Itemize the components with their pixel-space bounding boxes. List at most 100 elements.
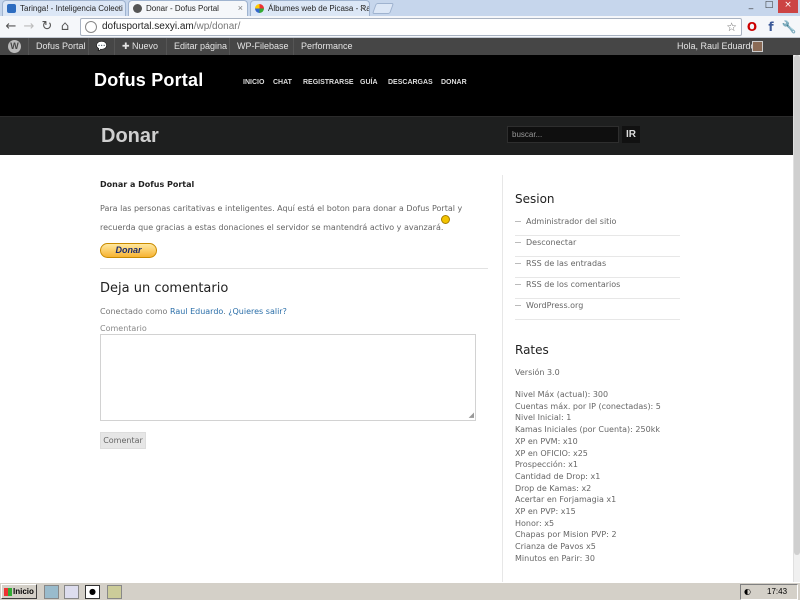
nav-item-registrarse[interactable]: REGISTRARSE	[303, 79, 354, 86]
new-tab-button[interactable]	[371, 3, 395, 14]
reload-icon[interactable]: ↻	[39, 19, 55, 35]
sidebar-link-logout[interactable]: Desconectar	[515, 236, 680, 257]
rate-item: XP en OFICIO: x25	[515, 448, 588, 458]
adminbar-performance-link[interactable]: Performance	[293, 38, 360, 55]
close-window-icon[interactable]: ×	[778, 0, 798, 13]
rate-item: XP en PVM: x10	[515, 436, 578, 446]
post-text-line-1: Para las personas caritativas e intelige…	[100, 204, 463, 213]
browser-tab-picasa[interactable]: Álbumes web de Picasa - Raul ×	[250, 0, 370, 16]
search-input[interactable]: buscar...	[507, 126, 619, 143]
nav-item-donar[interactable]: DONAR	[441, 79, 467, 86]
adminbar-filebase-link[interactable]: WP-Filebase	[229, 38, 296, 55]
rate-item: Cuentas máx. por IP (conectadas): 5	[515, 401, 661, 411]
avatar[interactable]	[752, 41, 763, 52]
tab-label: Álbumes web de Picasa - Raul	[268, 4, 370, 13]
chrome-taskbar-icon[interactable]: ●	[85, 585, 100, 599]
search-button[interactable]: IR	[622, 126, 640, 143]
system-tray: ◐ 17:43	[740, 584, 798, 600]
rate-item: Honor: x5	[515, 518, 555, 528]
rate-item: Prospección: x1	[515, 460, 578, 470]
url-text: dofusportal.sexyi.am/wp/donar/	[102, 21, 240, 32]
rates-widget-title: Rates	[515, 343, 549, 357]
maximize-icon[interactable]: □	[760, 0, 778, 13]
browser-tab-strip: Taringa! - Inteligencia Colecti × Donar …	[0, 0, 800, 16]
adminbar-edit-page-link[interactable]: Editar página	[166, 38, 234, 55]
picasa-favicon-icon	[255, 4, 264, 13]
facebook-extension-icon[interactable]: f	[763, 19, 779, 35]
rate-item: Nivel Inicial: 1	[515, 413, 572, 423]
site-title[interactable]: Dofus Portal	[94, 70, 203, 91]
paypal-donate-button[interactable]: Donar	[100, 243, 157, 258]
volume-icon[interactable]: ◐	[744, 587, 751, 596]
scrollbar-thumb[interactable]	[794, 55, 800, 555]
address-bar[interactable]: dofusportal.sexyi.am/wp/donar/ ☆	[80, 18, 742, 36]
folder-taskbar-icon[interactable]	[107, 585, 122, 599]
adminbar-account-greeting[interactable]: Hola, Raul Eduardo	[670, 38, 763, 55]
browser-tab-taringa[interactable]: Taringa! - Inteligencia Colecti ×	[2, 0, 126, 16]
rate-item: XP en PVP: x15	[515, 507, 576, 516]
rate-item: Minutos en Parir: 30	[515, 553, 595, 563]
site-favicon-icon	[133, 4, 142, 13]
quicklaunch-icon[interactable]	[64, 585, 79, 599]
site-header: Dofus Portal INICIO CHAT REGISTRARSE GUÍ…	[0, 55, 800, 116]
opera-extension-icon[interactable]: O	[744, 19, 760, 35]
back-arrow-icon[interactable]: ←	[3, 19, 19, 35]
comments-bubble-icon[interactable]: 💬	[88, 38, 112, 55]
clock: 17:43	[767, 587, 788, 596]
bookmark-star-icon[interactable]: ☆	[726, 20, 737, 34]
browser-toolbar: ← → ↻ ⌂ dofusportal.sexyi.am/wp/donar/ ☆…	[0, 16, 800, 38]
divider	[100, 268, 488, 269]
post-text-line-2: recuerda que gracias a estas donaciones …	[100, 223, 444, 232]
sidebar-link-rss-entries[interactable]: RSS de las entradas	[515, 257, 680, 278]
sidebar-link-wordpress[interactable]: WordPress.org	[515, 299, 680, 320]
adminbar-new-label: Nuevo	[132, 41, 159, 51]
comment-form-heading: Deja un comentario	[100, 281, 229, 296]
taringa-favicon-icon	[7, 4, 16, 13]
wrench-menu-icon[interactable]: 🔧	[781, 19, 797, 35]
smiley-emoticon-icon	[441, 215, 450, 224]
globe-icon	[85, 21, 97, 33]
logout-link[interactable]: ¿Quieres salir?	[228, 307, 287, 316]
tab-label: Donar - Dofus Portal	[146, 4, 219, 13]
nav-item-descargas[interactable]: DESCARGAS	[388, 79, 433, 86]
rate-item: Crianza de Pavos x5	[515, 542, 596, 552]
page-title-bar: Donar buscar... IR	[0, 116, 800, 155]
logged-in-prefix: Conectado como	[100, 307, 170, 316]
minimize-icon[interactable]: _	[742, 0, 760, 13]
sidebar-link-admin[interactable]: Administrador del sitio	[515, 215, 680, 236]
close-tab-icon[interactable]: ×	[238, 3, 243, 13]
adminbar-site-link[interactable]: Dofus Portal	[28, 38, 93, 55]
logged-in-as-text: Conectado como Raul Eduardo. ¿Quieres sa…	[100, 307, 287, 316]
adminbar-new-link[interactable]: ✚ Nuevo	[114, 38, 165, 55]
nav-item-inicio[interactable]: INICIO	[243, 79, 264, 86]
rates-version: Versión 3.0	[515, 368, 560, 377]
post-title: Donar a Dofus Portal	[100, 180, 195, 189]
home-icon[interactable]: ⌂	[57, 19, 73, 35]
resize-grip-icon[interactable]: ◢	[469, 411, 474, 419]
page-title: Donar	[101, 125, 159, 147]
browser-tab-donar[interactable]: Donar - Dofus Portal ×	[128, 0, 248, 16]
sidebar-divider	[502, 175, 503, 582]
close-tab-icon[interactable]: ×	[360, 3, 365, 13]
windows-taskbar: Inicio ● ◐ 17:43	[0, 582, 800, 600]
show-desktop-icon[interactable]	[44, 585, 59, 599]
rate-item: Acertar en Forjamagia x1	[515, 495, 617, 505]
wp-admin-bar: W Dofus Portal 💬 ✚ Nuevo Editar página W…	[0, 38, 800, 55]
tab-label: Taringa! - Inteligencia Colecti	[20, 4, 123, 13]
start-button[interactable]: Inicio	[1, 584, 37, 599]
submit-comment-button[interactable]: Comentar	[100, 432, 146, 449]
forward-arrow-icon[interactable]: →	[21, 19, 37, 35]
profile-link[interactable]: Raul Eduardo	[170, 307, 223, 316]
nav-item-guia[interactable]: GUÍA	[360, 79, 378, 86]
comment-textarea[interactable]: ◢	[100, 334, 476, 421]
rate-item: Cantidad de Drop: x1	[515, 471, 601, 481]
page-scrollbar[interactable]	[793, 55, 800, 582]
rate-item: Kamas Iniciales (por Cuenta): 250kk	[515, 425, 660, 435]
sidebar-link-rss-comments[interactable]: RSS de los comentarios	[515, 278, 680, 299]
close-tab-icon[interactable]: ×	[116, 3, 121, 13]
rate-item: Nivel Máx (actual): 300	[515, 390, 609, 399]
url-host: dofusportal.sexyi.am	[102, 21, 194, 32]
session-widget-title: Sesion	[515, 192, 555, 206]
nav-item-chat[interactable]: CHAT	[273, 79, 292, 86]
wordpress-logo-icon[interactable]: W	[8, 40, 21, 53]
